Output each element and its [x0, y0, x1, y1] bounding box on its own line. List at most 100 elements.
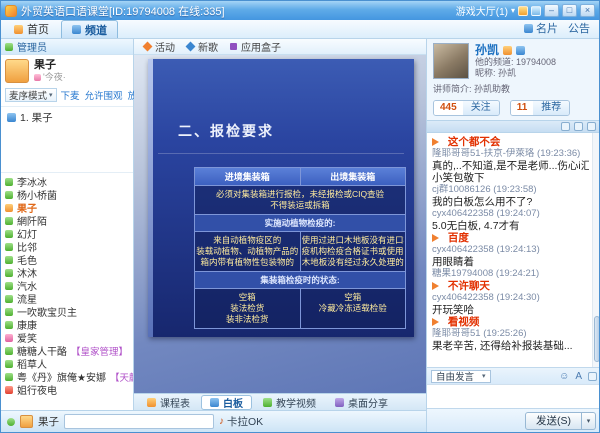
emoticon-icon[interactable]: ☺: [559, 371, 569, 382]
toolbar-button[interactable]: 新歌: [187, 39, 218, 54]
member-list-item[interactable]: 李冰冰: [1, 175, 133, 188]
mic-action-link[interactable]: 允许围观: [85, 88, 123, 102]
chat-message-text: 这个都不会: [448, 136, 501, 148]
image-icon[interactable]: [561, 122, 570, 131]
member-list-item[interactable]: 稻草人: [1, 357, 133, 370]
speak-mode-select[interactable]: 自由发言 ▾: [431, 370, 491, 383]
member-list-item[interactable]: 糖糖人干酪 【皇家管理】: [1, 344, 133, 357]
close-button[interactable]: ×: [580, 4, 595, 17]
recommend-button[interactable]: 11 推荐: [510, 100, 571, 116]
member-status-icon: [5, 178, 13, 186]
chat-message-text: 百度: [448, 232, 469, 244]
window-titlebar: 外贸英语口语课堂[ID:19794008 在线:335] 游戏大厅(1) ▾ –…: [1, 1, 599, 20]
member-status-icon: [5, 191, 13, 199]
chat-message: 我的白板怎么用不了?: [432, 196, 589, 208]
announcement-horn-icon: [432, 138, 443, 146]
channel-owner[interactable]: 果子 '今夜·: [1, 55, 133, 85]
member-list-item[interactable]: 流星: [1, 292, 133, 305]
nav-action-label: 名片: [536, 20, 558, 36]
minimize-button[interactable]: –: [544, 4, 559, 17]
chat-panel: 孙凯 他的频道: 19794008 昵称: 孙凯 讲师简介: 孙凯助教 445 …: [426, 39, 600, 432]
chat-message-text: 用眼睛着: [432, 256, 474, 268]
game-lobby-button[interactable]: 游戏大厅(1): [456, 3, 508, 18]
member-list-item[interactable]: 毛色: [1, 253, 133, 266]
font-icon[interactable]: A: [575, 371, 582, 382]
nav-tab[interactable]: 频道: [61, 20, 118, 38]
my-avatar[interactable]: [20, 415, 33, 428]
chat-message-text: 开玩笑哈: [432, 304, 474, 316]
member-list-item[interactable]: 果子: [1, 201, 133, 214]
member-list-item[interactable]: 沐沐: [1, 266, 133, 279]
chevron-down-icon[interactable]: ▾: [511, 6, 515, 15]
owner-avatar[interactable]: [5, 59, 29, 83]
nav-tab[interactable]: 首页: [4, 20, 59, 38]
toolbar-label: 应用盒子: [241, 39, 281, 54]
chat-message-text: 果老辛苦, 还得给补报装基础...: [432, 340, 573, 352]
member-list-item[interactable]: 比邻: [1, 240, 133, 253]
channel-item-label: 1. 果子: [20, 110, 53, 125]
board-tab-label: 桌面分享: [348, 395, 388, 410]
board-tab-icon: [263, 398, 272, 407]
member-list-item[interactable]: 網阡陌: [1, 214, 133, 227]
toolbar-button[interactable]: 活动: [144, 39, 175, 54]
channel-tree-item[interactable]: 1. 果子: [1, 107, 133, 128]
member-list-item[interactable]: 姐行夜电: [1, 383, 133, 396]
nav-action-button[interactable]: 公告: [568, 20, 590, 36]
member-name: 幻灯: [17, 227, 37, 240]
chat-scrollbar-thumb[interactable]: [594, 316, 600, 362]
chat-message-text: cj群10086126 (19:23:58): [432, 184, 537, 195]
member-list-item[interactable]: 粤《丹》旗俺★安娜 【天麒歌手】: [1, 370, 133, 383]
board-tab[interactable]: 桌面分享: [327, 395, 396, 410]
mic-mode-select[interactable]: 麦序模式 ▾: [5, 88, 57, 102]
board-tab[interactable]: 白板: [201, 395, 252, 410]
slide-divider: [158, 153, 404, 154]
chat-input[interactable]: [427, 384, 600, 408]
board-tab[interactable]: 课程表: [139, 395, 198, 410]
follow-button[interactable]: 445 关注: [433, 100, 500, 116]
presenter-avatar[interactable]: [433, 43, 469, 79]
table-line: 空箱: [302, 292, 405, 303]
chat-message-text: 我的白板怎么用不了?: [432, 196, 532, 208]
board-tab-icon: [147, 398, 156, 407]
board-tab[interactable]: 教学视频: [255, 395, 324, 410]
settings-icon[interactable]: [587, 122, 596, 131]
camera-icon[interactable]: [574, 122, 583, 131]
app-window: 外贸英语口语课堂[ID:19794008 在线:335] 游戏大厅(1) ▾ –…: [0, 0, 600, 433]
table-cell: 空箱装法检货装非法检货: [195, 289, 300, 328]
karaoke-button[interactable]: ♪ 卡拉OK: [219, 414, 263, 429]
member-list-item[interactable]: 一吹歌宝贝主: [1, 305, 133, 318]
chat-message: 隆耶哥哥51 (19:25:26): [432, 328, 589, 340]
table-section-row: 实施动植物检疫的:: [195, 214, 405, 231]
weibo-icon[interactable]: [518, 6, 528, 16]
message-icon[interactable]: [531, 6, 541, 16]
presenter-name: 孙凯: [475, 43, 499, 57]
quick-chat-input[interactable]: [64, 414, 214, 429]
toolbar-label: 活动: [155, 39, 175, 54]
chat-scrollbar[interactable]: [592, 133, 600, 367]
member-name: 杨小桥菌: [17, 188, 57, 201]
member-name: 康康: [17, 318, 37, 331]
toolbar-button[interactable]: 应用盒子: [230, 39, 281, 54]
chat-message: 不许聊天: [432, 280, 589, 292]
send-options-caret[interactable]: ▾: [582, 412, 596, 430]
member-status-icon: [5, 256, 13, 264]
nav-action-button[interactable]: 名片: [524, 20, 558, 36]
mic-controls: 麦序模式 ▾ 下麦 允许围观 放麦: [1, 85, 133, 107]
member-list-item[interactable]: 康康: [1, 318, 133, 331]
main-nav: 首页 频道 名片 公告: [1, 20, 599, 39]
member-list-item[interactable]: 幻灯: [1, 227, 133, 240]
gear-icon[interactable]: [516, 46, 525, 55]
member-list-item[interactable]: 爱笑: [1, 331, 133, 344]
send-button[interactable]: 发送(S): [525, 412, 582, 430]
mic-action-link[interactable]: 下麦: [61, 88, 80, 102]
member-list-item[interactable]: 杨小桥菌: [1, 188, 133, 201]
screenshot-icon[interactable]: [588, 372, 597, 381]
chat-message: 用眼睛着: [432, 256, 589, 268]
chat-message-text: 隆耶哥哥51 (19:25:26): [432, 328, 527, 339]
board-mode-tabs: 课程表 白板 教学视频 桌面分享: [134, 393, 426, 410]
member-name: 果子: [17, 201, 37, 214]
nav-action-label: 公告: [568, 20, 590, 36]
chat-message: cyx406422358 (19:24:13): [432, 244, 589, 256]
member-list-item[interactable]: 汽水: [1, 279, 133, 292]
maximize-button[interactable]: □: [562, 4, 577, 17]
